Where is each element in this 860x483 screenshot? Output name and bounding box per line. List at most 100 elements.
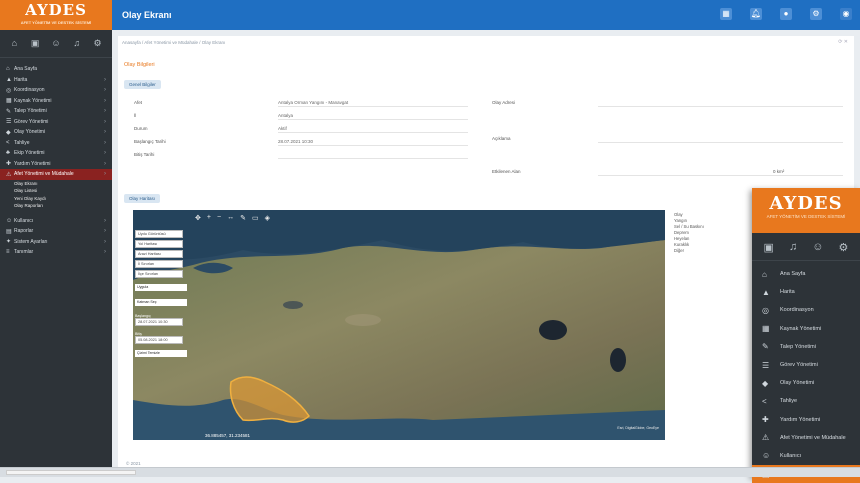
sidebar-item[interactable]: ▲ Harita › [0, 75, 112, 86]
settings-icon[interactable]: ⚙ [839, 241, 849, 254]
sidebar-item-label: Olay Raporları [14, 203, 44, 209]
settings-icon[interactable]: ⚙ [810, 8, 822, 20]
sidebar-item[interactable]: ✎ Talep Yönetimi › [0, 106, 112, 117]
refresh-icon[interactable]: ⟳ ✕ [838, 39, 848, 45]
popup-logo-subtitle: AFET YÖNETİM VE DESTEK SİSTEMİ [766, 214, 846, 219]
field-value[interactable] [598, 134, 843, 143]
settings-icon[interactable]: ⚙ [92, 38, 103, 49]
sidebar-item[interactable]: ◎ Koordinasyon › [0, 85, 112, 96]
field-value[interactable]: Antalya Orman Yangını - Manavgat [278, 98, 468, 107]
request-icon: ✎ [6, 108, 12, 115]
user-icon[interactable]: ☺ [50, 38, 61, 49]
chevron-right-icon: › [104, 118, 106, 125]
user-icon[interactable]: ● [780, 8, 792, 20]
layers-icon[interactable]: ◈ [265, 214, 270, 222]
chevron-right-icon: › [104, 249, 106, 256]
sidebar-item[interactable]: < Tahliye › [0, 138, 112, 149]
tab-general[interactable]: Genel Bilgiler [124, 80, 161, 89]
field-value[interactable]: Antalya [278, 111, 468, 120]
layer-option[interactable]: Uydu Görüntüsü [135, 230, 183, 238]
sidebar-item[interactable]: ⚠ Afet Yönetimi ve Müdahale [752, 429, 860, 447]
monitor-icon[interactable]: ▣ [30, 38, 41, 49]
field-value[interactable] [598, 167, 843, 176]
apply-button[interactable]: Uygula [135, 284, 187, 291]
sidebar-item[interactable]: Olay Listesi [0, 187, 112, 195]
field-label: Başlangıç Tarihi [134, 139, 166, 144]
sidebar-item[interactable]: ✚ Yardım Yönetimi › [0, 159, 112, 170]
sidebar-shortcuts: ⌂ ▣ ☺ ♫ ⚙ [0, 30, 112, 58]
logo-text: AYDES [25, 1, 87, 19]
sidebar-item[interactable]: ☰ Görev Yönetimi [752, 356, 860, 374]
home-icon[interactable]: ⌂ [9, 38, 20, 49]
section-title: Olay Bilgileri [124, 62, 155, 68]
sidebar-item-label: Olay Yönetimi [780, 380, 815, 387]
field-value[interactable]: Aktif [278, 124, 468, 133]
field-label: Durum [134, 126, 148, 131]
sidebar-item[interactable]: ≡ Tanımlar › [0, 247, 112, 258]
group-icon: ◎ [6, 87, 12, 94]
sidebar-item[interactable]: ◎ Koordinasyon [752, 301, 860, 319]
tab-map[interactable]: Olay Haritası [124, 194, 161, 203]
select-layer-button[interactable]: Katman Seç [135, 299, 187, 306]
field-value[interactable]: 28.07.2021 10:30 [278, 137, 468, 146]
chevron-right-icon: › [104, 217, 106, 224]
layer-option[interactable]: İlçe Sınırları [135, 270, 183, 278]
layer-option[interactable]: Yol Haritası [135, 240, 183, 248]
sidebar-item[interactable]: ◆ Olay Yönetimi › [0, 127, 112, 138]
taskbar-item[interactable] [6, 470, 136, 475]
breadcrumb[interactable]: Anasayfa / Afet Yönetimi ve Müdahale / O… [122, 40, 225, 45]
status-bar [0, 467, 860, 477]
event-icon: ◆ [762, 378, 769, 388]
bell-icon[interactable]: 🔔︎ [750, 8, 762, 20]
sidebar-item-label: Yardım Yönetimi [780, 416, 821, 423]
sidebar-item[interactable]: Olay Ekranı [0, 180, 112, 188]
sidebar-item[interactable]: ✦ Sistem Ayarları › [0, 237, 112, 248]
sidebar-item[interactable]: ⌂ Ana Sayfa [0, 64, 112, 75]
draw-icon[interactable]: ✎ [240, 214, 246, 222]
end-date-field[interactable]: 05.08.2021 18:00 [135, 336, 183, 344]
pan-icon[interactable]: ✥ [195, 214, 201, 222]
zoom-out-icon[interactable]: − [217, 214, 221, 222]
start-date-field[interactable]: 28.07.2021 10:30 [135, 318, 183, 326]
sidebar-item[interactable]: ☰ Görev Yönetimi › [0, 117, 112, 128]
sidebar-item[interactable]: ♣ Ekip Yönetimi › [0, 148, 112, 159]
layer-option[interactable]: Arazi Haritası [135, 250, 183, 258]
map-icon: ▲ [6, 76, 12, 83]
app-logo[interactable]: AYDES AFET YÖNETİM VE DESTEK SİSTEMİ [0, 0, 112, 30]
sidebar-item[interactable]: ⚠ Afet Yönetimi ve Müdahale › [0, 169, 112, 180]
popup-logo[interactable]: AYDES AFET YÖNETİM VE DESTEK SİSTEMİ [752, 188, 860, 233]
bell-icon[interactable]: ♫ [789, 241, 797, 254]
legend-item: Diğer [674, 248, 685, 253]
sidebar-item[interactable]: ✎ Talep Yönetimi [752, 338, 860, 356]
sidebar-item[interactable]: ▦ Kaynak Yönetimi › [0, 96, 112, 107]
sidebar-item[interactable]: Olay Raporları [0, 202, 112, 210]
sidebar-item[interactable]: ☺ Kullanıcı [752, 447, 860, 465]
monitor-icon[interactable]: ▣ [764, 241, 774, 254]
user-icon[interactable]: ☺ [812, 241, 823, 254]
map-toolbar: ✥ + − ↔ ✎ ▭ ◈ [195, 214, 270, 222]
sidebar-item[interactable]: Yeni Olay Kaydı [0, 195, 112, 203]
measure-icon[interactable]: ↔ [227, 214, 234, 222]
sidebar-item[interactable]: < Tahliye [752, 392, 860, 410]
sidebar-item[interactable]: ◆ Olay Yönetimi [752, 374, 860, 392]
sidebar-item[interactable]: ▤ Raporlar › [0, 226, 112, 237]
bell-icon[interactable]: ♫ [71, 38, 82, 49]
event-map[interactable]: ✥ + − ↔ ✎ ▭ ◈ Uydu Görüntüsü Yol Haritası Araz… [133, 210, 665, 440]
sidebar-item[interactable]: ☺ Kullanıcı › [0, 216, 112, 227]
group-icon: ◎ [762, 305, 769, 315]
field-value[interactable] [598, 98, 843, 107]
field-value[interactable] [278, 150, 468, 159]
sidebar-item[interactable]: ▲ Harita [752, 283, 860, 301]
sidebar-menu: ⌂ Ana Sayfa ▲ Harita › ◎ Koordinasyon › ▦ Kaynak … [0, 58, 112, 258]
grid-icon[interactable]: ▦ [720, 8, 732, 20]
avatar[interactable]: ◉ [840, 8, 852, 20]
layer-option[interactable]: İl Sınırları [135, 260, 183, 268]
sidebar-item[interactable]: ⌂ Ana Sayfa [752, 265, 860, 283]
chevron-right-icon: › [104, 139, 106, 146]
sidebar-item[interactable]: ✚ Yardım Yönetimi [752, 411, 860, 429]
sidebar-item[interactable]: ▦ Kaynak Yönetimi [752, 320, 860, 338]
clear-drawing-button[interactable]: Çizimi Temizle [135, 350, 187, 357]
zoom-in-icon[interactable]: + [207, 214, 211, 222]
chevron-right-icon: › [104, 108, 106, 115]
print-icon[interactable]: ▭ [252, 214, 259, 222]
